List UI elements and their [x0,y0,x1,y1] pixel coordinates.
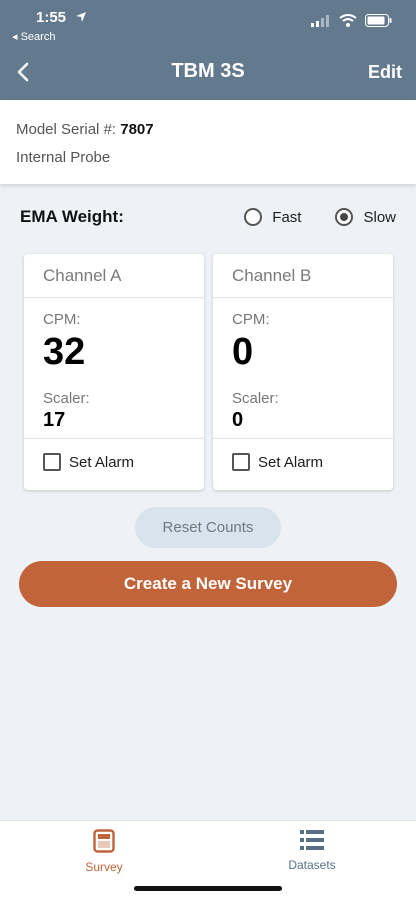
channel-a-scaler-value: 17 [43,409,66,431]
battery-icon [365,14,392,27]
serial-value: 7807 [120,121,154,138]
ema-slow-label: Slow [363,208,396,226]
tab-survey[interactable]: Survey [44,829,164,874]
serial-line: Model Serial #: 7807 [16,116,400,144]
channel-a-cpm-label: CPM: [43,311,81,328]
ema-fast-option[interactable]: Fast [244,208,301,226]
radio-slow[interactable] [335,208,354,226]
tab-datasets-label: Datasets [288,858,336,872]
status-back-to-search[interactable]: ◂ Search [12,30,55,43]
signal-icon [311,14,329,27]
tab-survey-label: Survey [85,860,123,874]
channel-b-set-alarm[interactable]: Set Alarm [213,439,393,485]
channel-a-body: CPM: 32 Scaler: 17 [24,298,204,439]
radio-fast[interactable] [244,208,263,226]
channel-b-title: Channel B [213,254,393,298]
survey-icon [93,829,115,853]
probe-type: Internal Probe [16,149,111,166]
channel-b-alarm-checkbox[interactable] [232,453,250,471]
channel-b-body: CPM: 0 Scaler: 0 [213,298,393,439]
list-icon [300,830,324,850]
ema-weight-label: EMA Weight: [20,207,124,226]
edit-button[interactable]: Edit [368,62,402,83]
channel-a-cpm-value: 32 [43,331,86,373]
channel-b-cpm-label: CPM: [232,311,270,328]
channel-b-scaler-value: 0 [232,409,244,431]
channel-a-set-alarm[interactable]: Set Alarm [24,439,204,485]
channel-a-scaler-label: Scaler: [43,390,90,407]
page-title: TBM 3S [171,60,245,82]
channel-b-card: Channel B CPM: 0 Scaler: 0 Set Alarm [213,254,393,490]
status-time: 1:55 [36,9,67,26]
channel-b-scaler-label: Scaler: [232,390,279,407]
channel-a-title: Channel A [24,254,204,298]
channel-a-alarm-label: Set Alarm [69,453,135,471]
ema-weight-row: EMA Weight: Fast Slow [20,205,396,229]
create-survey-button[interactable]: Create a New Survey [19,561,397,607]
ema-fast-label: Fast [272,208,302,226]
home-indicator [134,886,282,891]
device-info-card: Model Serial #: 7807 Internal Probe [0,100,416,184]
app-header: 1:55 ◂ Search TBM 3S Edit [0,0,416,100]
wifi-icon [339,14,357,27]
serial-label: Model Serial #: [16,121,117,138]
channel-b-alarm-label: Set Alarm [258,453,324,471]
channel-a-alarm-checkbox[interactable] [43,453,61,471]
tab-datasets[interactable]: Datasets [252,829,372,872]
ema-slow-option[interactable]: Slow [335,208,396,226]
channel-a-card: Channel A CPM: 32 Scaler: 17 Set Alarm [24,254,204,490]
channel-b-cpm-value: 0 [232,331,254,373]
status-indicators [311,14,392,27]
location-arrow-icon [76,12,86,22]
reset-counts-button[interactable]: Reset Counts [135,507,281,548]
